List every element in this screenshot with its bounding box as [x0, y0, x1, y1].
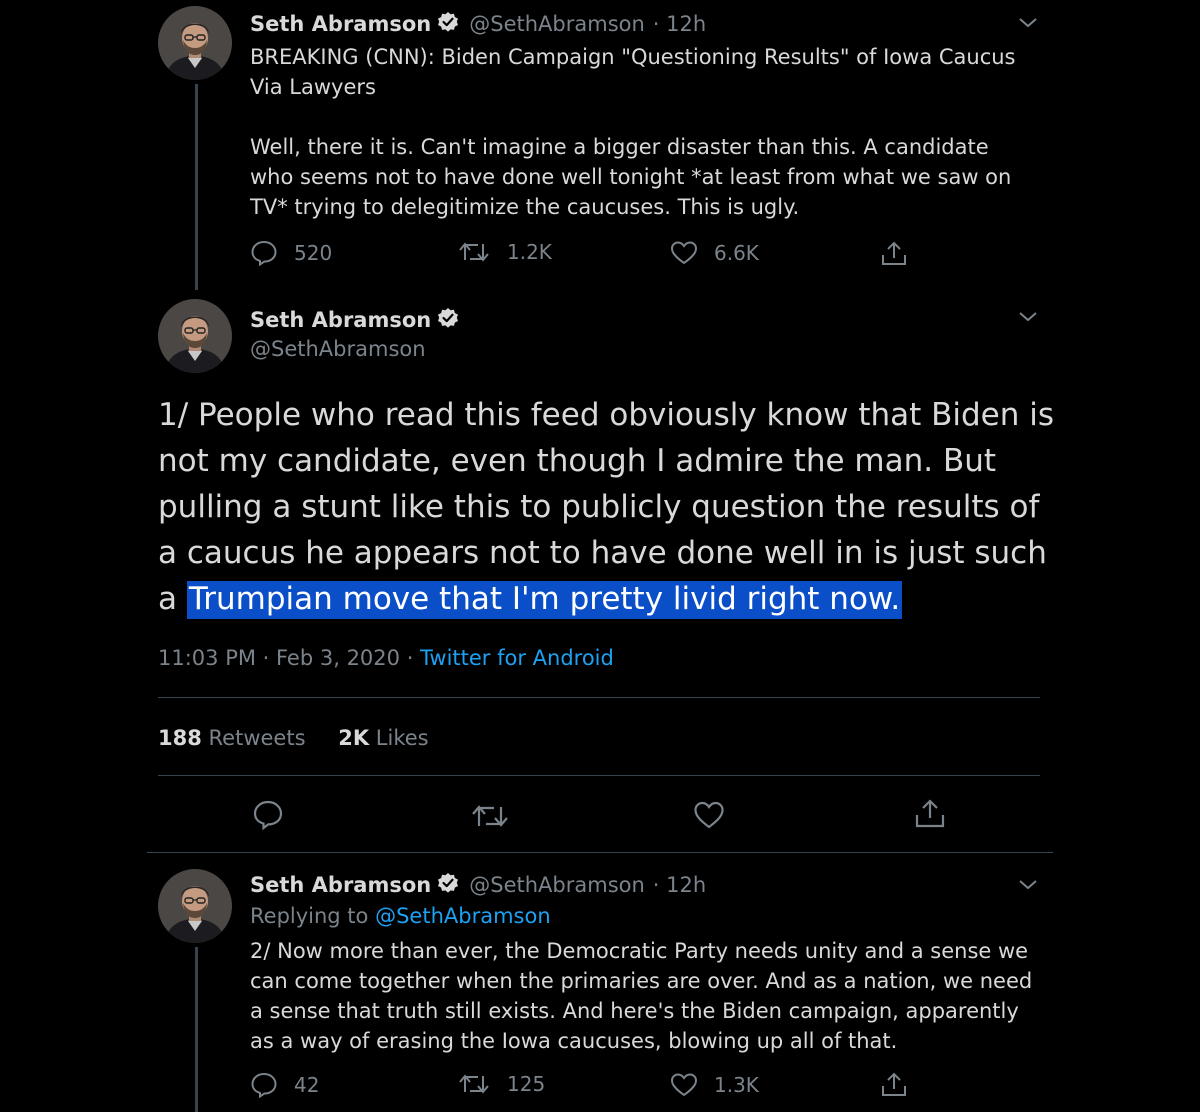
verified-badge-icon	[437, 10, 460, 37]
tweet-body: 2/ Now more than ever, the Democratic Pa…	[250, 939, 1033, 1053]
thread-line	[195, 947, 198, 1112]
retweet-count: 125	[507, 1072, 546, 1096]
tweet-text-line: Well, there it is. Can't imagine a bigge…	[250, 135, 1012, 219]
retweet-button[interactable]: 125	[457, 1072, 545, 1096]
reply-count: 520	[294, 241, 333, 265]
reply-button[interactable]: 42	[250, 1072, 319, 1098]
share-icon[interactable]	[880, 1071, 908, 1099]
chevron-down-icon[interactable]	[1018, 311, 1038, 323]
retweet-icon	[459, 242, 489, 262]
chevron-down-icon[interactable]	[1018, 879, 1038, 891]
share-icon[interactable]	[914, 798, 946, 830]
tweet-source-link[interactable]: Twitter for Android	[420, 646, 614, 670]
reply-count: 42	[294, 1073, 320, 1097]
divider	[158, 775, 1040, 776]
heart-icon	[670, 1073, 698, 1097]
replying-to: Replying to @SethAbramson	[250, 904, 551, 928]
tweet-text-line: BREAKING (CNN): Biden Campaign "Question…	[250, 45, 1016, 99]
tweet-time[interactable]: · 12h	[653, 873, 706, 897]
share-icon[interactable]	[880, 240, 908, 268]
author-handle[interactable]: @SethAbramson	[469, 873, 645, 897]
like-count: 6.6K	[714, 241, 759, 265]
tweet-header: Seth Abramson @SethAbramson · 12h	[250, 9, 706, 39]
verified-badge-icon	[437, 871, 460, 898]
chevron-down-icon[interactable]	[1018, 17, 1038, 29]
author-name[interactable]: Seth Abramson	[250, 12, 431, 36]
retweets-count: 188	[158, 726, 202, 750]
reply-icon	[251, 240, 277, 266]
tweet-time[interactable]: · 12h	[653, 12, 706, 36]
retweet-icon	[459, 1074, 489, 1094]
main-tweet-header: Seth Abramson	[250, 305, 460, 335]
likes-label: Likes	[375, 726, 429, 750]
author-handle[interactable]: @SethAbramson	[250, 337, 426, 361]
divider	[158, 697, 1040, 698]
avatar[interactable]	[158, 6, 232, 80]
like-count: 1.3K	[714, 1073, 759, 1097]
heart-icon[interactable]	[693, 800, 725, 830]
avatar[interactable]	[158, 869, 232, 943]
tweet-timestamp[interactable]: 11:03 PM · Feb 3, 2020 ·	[158, 646, 420, 670]
replying-to-label: Replying to	[250, 904, 369, 928]
tweet-header: Seth Abramson @SethAbramson · 12h	[250, 870, 706, 900]
thread-line	[195, 84, 198, 290]
retweets-label: Retweets	[208, 726, 306, 750]
divider	[147, 852, 1053, 853]
retweets-stat[interactable]: 188 Retweets	[158, 726, 306, 750]
avatar[interactable]	[158, 299, 232, 373]
retweet-count: 1.2K	[507, 240, 552, 264]
retweet-icon[interactable]	[470, 802, 510, 830]
likes-stat[interactable]: 2K Likes	[338, 726, 428, 750]
retweet-button[interactable]: 1.2K	[457, 240, 552, 264]
selected-text[interactable]: Trumpian move that I'm pretty livid righ…	[186, 581, 903, 619]
reply-button[interactable]: 520	[250, 240, 332, 266]
engagement-stats: 188 Retweets 2K Likes	[158, 726, 429, 750]
reply-icon	[251, 1072, 277, 1098]
author-handle[interactable]: @SethAbramson	[469, 12, 645, 36]
like-button[interactable]: 6.6K	[670, 240, 759, 266]
tweet-body: BREAKING (CNN): Biden Campaign "Question…	[250, 42, 1050, 222]
reply-icon[interactable]	[252, 799, 284, 831]
verified-badge-icon	[437, 306, 460, 333]
tweet-metadata: 11:03 PM · Feb 3, 2020 · Twitter for And…	[158, 646, 614, 670]
likes-count: 2K	[338, 726, 370, 750]
main-tweet-text: 1/ People who read this feed obviously k…	[158, 392, 1058, 622]
heart-icon	[670, 241, 698, 265]
author-name[interactable]: Seth Abramson	[250, 308, 431, 332]
author-name[interactable]: Seth Abramson	[250, 873, 431, 897]
replying-to-handle[interactable]: @SethAbramson	[375, 904, 551, 928]
like-button[interactable]: 1.3K	[670, 1072, 759, 1098]
